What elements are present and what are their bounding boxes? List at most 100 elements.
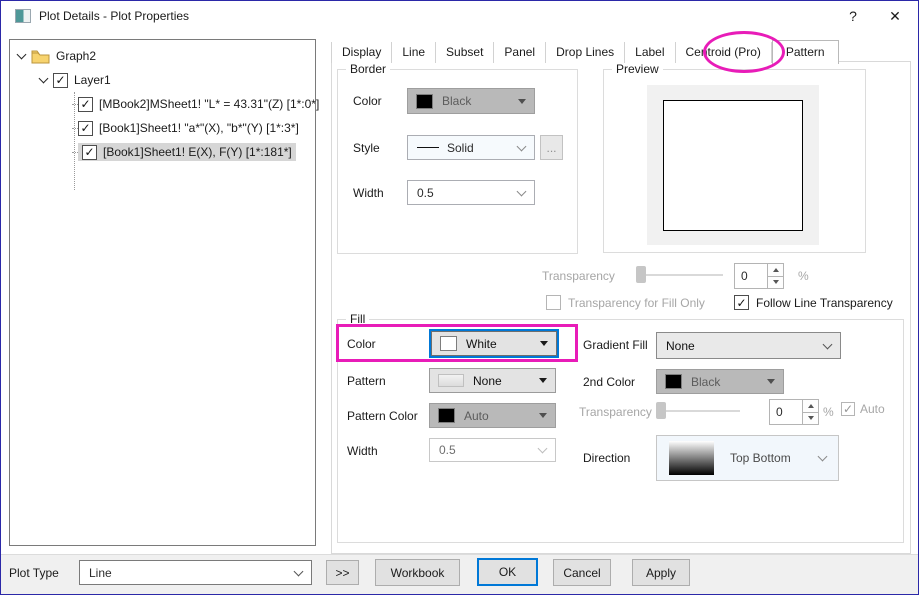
tab-display[interactable]: Display	[331, 42, 392, 63]
fill-transparency-spinbox[interactable]: 0	[769, 399, 819, 425]
tree-node-label[interactable]: Layer1	[74, 73, 111, 87]
plot-details-dialog: Plot Details - Plot Properties ? ✕ Graph…	[0, 0, 919, 595]
auto-checkbox[interactable]: ✓	[841, 402, 855, 416]
transparency-spinbox[interactable]: 0	[734, 263, 784, 289]
workbook-button[interactable]: Workbook	[375, 559, 460, 586]
chevron-down-icon[interactable]	[39, 73, 49, 83]
direction-label: Direction	[583, 451, 630, 465]
chevron-down-icon[interactable]	[17, 49, 27, 59]
tab-drop-lines[interactable]: Drop Lines	[546, 42, 625, 63]
border-style-dropdown[interactable]: Solid	[407, 135, 535, 160]
fill-only-option[interactable]: Transparency for Fill Only	[546, 295, 705, 310]
follow-line-checkbox[interactable]: ✓	[734, 295, 749, 310]
dropdown-arrow-icon	[518, 99, 526, 104]
transparency-slider[interactable]	[641, 274, 723, 276]
follow-line-label: Follow Line Transparency	[756, 296, 893, 310]
fill-only-label: Transparency for Fill Only	[568, 296, 705, 310]
preview-canvas	[647, 85, 819, 245]
chevron-down-icon	[294, 566, 304, 576]
dropdown-arrow-icon	[539, 378, 547, 383]
preview-group: Preview	[603, 69, 866, 253]
tab-pattern[interactable]: Pattern	[772, 40, 839, 64]
dialog-title: Plot Details - Plot Properties	[39, 9, 189, 23]
fill-pattern-label: Pattern	[347, 374, 386, 388]
fill-width-label: Width	[347, 444, 378, 458]
fill-transparency-slider[interactable]	[660, 410, 740, 412]
tab-panel[interactable]: Panel	[494, 42, 546, 63]
fill-transparency-label: Transparency	[579, 405, 652, 419]
apply-button[interactable]: Apply	[632, 559, 690, 586]
border-style-label: Style	[353, 141, 380, 155]
gradient-fill-dropdown[interactable]: None	[656, 332, 841, 359]
layer-checkbox[interactable]: ✓	[53, 73, 68, 88]
dataset-checkbox[interactable]: ✓	[78, 121, 93, 136]
tree-node-label[interactable]: [MBook2]MSheet1! "L* = 43.31"(Z) [1*:0*]	[99, 97, 319, 111]
fill-width-dropdown[interactable]: 0.5	[429, 438, 556, 462]
dropdown-arrow-icon	[539, 413, 547, 418]
ok-button[interactable]: OK	[477, 558, 538, 586]
spin-down-icon[interactable]	[803, 413, 818, 425]
style-more-button[interactable]: ...	[540, 135, 563, 160]
tree-node-label[interactable]: [Book1]Sheet1! E(X), F(Y) [1*:181*]	[103, 145, 292, 159]
follow-line-option[interactable]: ✓ Follow Line Transparency	[734, 295, 893, 310]
preview-group-title: Preview	[612, 62, 663, 76]
tree-connector	[74, 92, 75, 190]
tree-node-graph[interactable]: Graph2	[18, 47, 96, 65]
fill-transparency-slider-thumb[interactable]	[656, 402, 666, 419]
border-width-dropdown[interactable]: 0.5	[407, 180, 535, 205]
auto-label: Auto	[860, 402, 885, 416]
plot-tree-panel: Graph2 ✓ Layer1 ✓ [MBook2]MSheet1! "L* =…	[9, 39, 316, 546]
tree-node-layer[interactable]: ✓ Layer1	[40, 71, 111, 89]
pattern-color-dropdown[interactable]: Auto	[429, 403, 556, 428]
border-color-dropdown[interactable]: Black	[407, 88, 535, 114]
help-button[interactable]: ?	[832, 1, 874, 31]
title-bar: Plot Details - Plot Properties ? ✕	[1, 1, 918, 31]
black-swatch-icon	[665, 374, 682, 389]
tree-node-dataset-selected[interactable]: ✓ [Book1]Sheet1! E(X), F(Y) [1*:181*]	[78, 143, 296, 161]
second-color-dropdown[interactable]: Black	[656, 369, 784, 394]
tree-node-label[interactable]: Graph2	[56, 49, 96, 63]
app-window-icon	[15, 9, 31, 23]
fill-percent-label: %	[823, 405, 834, 419]
chevron-down-icon	[538, 444, 548, 454]
percent-label: %	[798, 269, 809, 283]
cancel-button[interactable]: Cancel	[553, 559, 611, 586]
white-swatch-icon	[440, 336, 457, 351]
tab-label[interactable]: Label	[625, 42, 675, 63]
plot-type-dropdown[interactable]: Line	[79, 560, 312, 585]
fill-color-dropdown[interactable]: White	[431, 331, 557, 356]
expand-button[interactable]: >>	[326, 560, 359, 585]
second-color-label: 2nd Color	[583, 375, 635, 389]
transparency-slider-thumb[interactable]	[636, 266, 646, 283]
spin-up-icon[interactable]	[768, 264, 783, 277]
gradient-direction-swatch-icon	[669, 441, 714, 475]
dataset-checkbox[interactable]: ✓	[78, 97, 93, 112]
chevron-down-icon	[517, 186, 527, 196]
tab-strip: Display Line Subset Panel Drop Lines Lab…	[331, 40, 839, 63]
spin-up-icon[interactable]	[803, 400, 818, 413]
folder-icon	[31, 49, 50, 64]
tree-node-dataset[interactable]: ✓ [MBook2]MSheet1! "L* = 43.31"(Z) [1*:0…	[78, 95, 319, 113]
fill-color-label: Color	[347, 337, 376, 351]
tree-node-dataset[interactable]: ✓ [Book1]Sheet1! "a*"(X), "b*"(Y) [1*:3*…	[78, 119, 299, 137]
close-button[interactable]: ✕	[874, 1, 916, 31]
auto-option[interactable]: ✓ Auto	[841, 402, 885, 416]
dropdown-arrow-icon	[767, 379, 775, 384]
spin-down-icon[interactable]	[768, 277, 783, 289]
chevron-down-icon	[818, 452, 828, 462]
tab-subset[interactable]: Subset	[436, 42, 494, 63]
border-width-label: Width	[353, 186, 384, 200]
pattern-color-label: Pattern Color	[347, 409, 418, 423]
direction-dropdown[interactable]: Top Bottom	[656, 435, 839, 481]
border-color-label: Color	[353, 94, 382, 108]
tab-centroid[interactable]: Centroid (Pro)	[676, 42, 772, 63]
dropdown-arrow-icon	[540, 341, 548, 346]
tab-line[interactable]: Line	[392, 42, 436, 63]
tree-node-label[interactable]: [Book1]Sheet1! "a*"(X), "b*"(Y) [1*:3*]	[99, 121, 299, 135]
fill-pattern-dropdown[interactable]: None	[429, 368, 556, 393]
fill-only-checkbox[interactable]	[546, 295, 561, 310]
gradient-fill-label: Gradient Fill	[583, 338, 648, 352]
preview-fill-sample	[663, 100, 803, 231]
dataset-checkbox[interactable]: ✓	[82, 145, 97, 160]
fill-group-title: Fill	[346, 312, 369, 326]
